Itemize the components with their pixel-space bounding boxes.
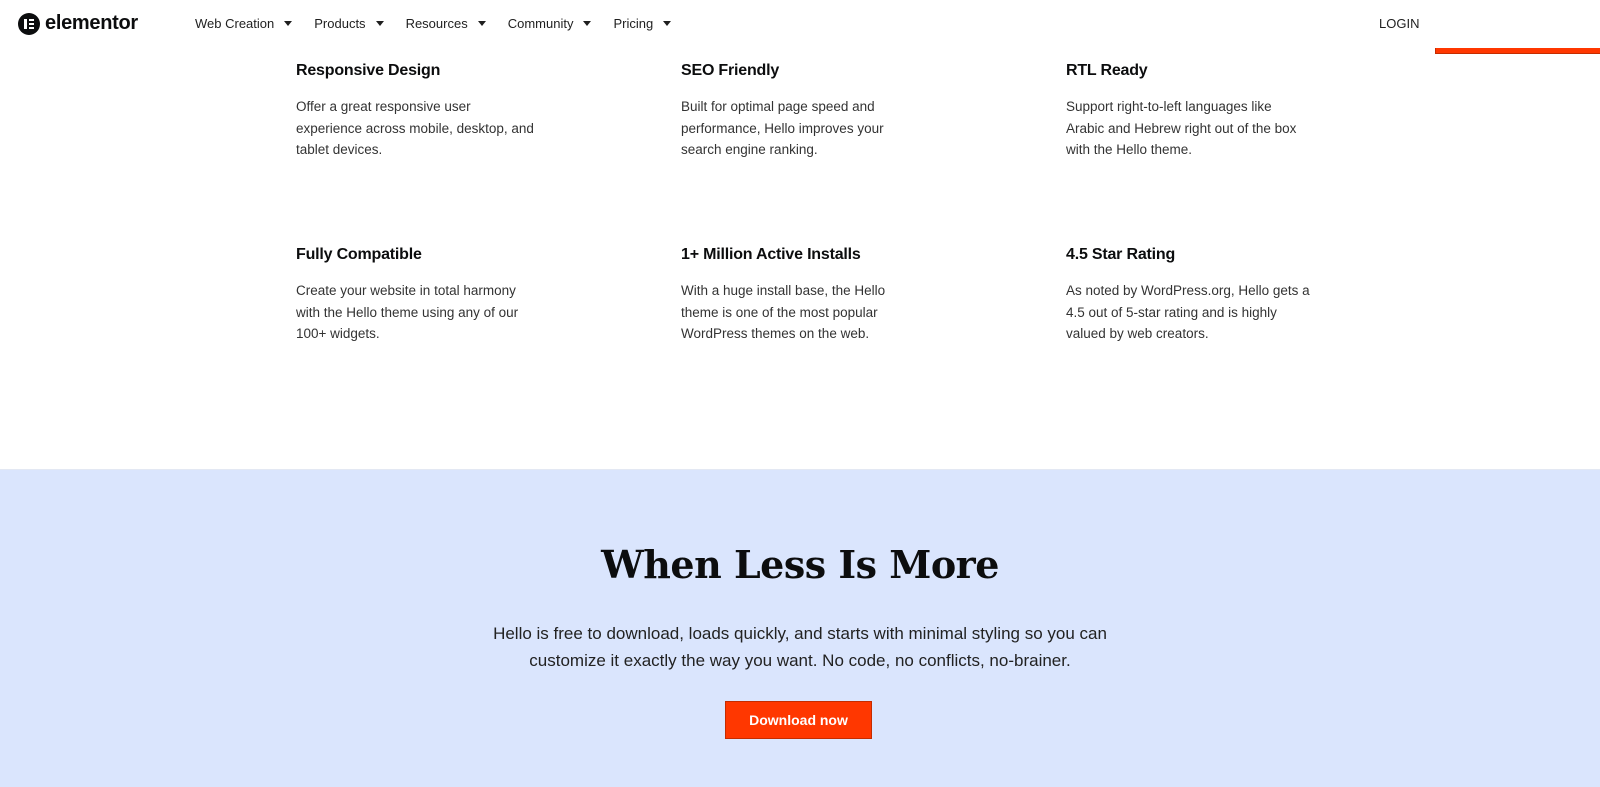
- hero-title: When Less Is More: [601, 542, 999, 587]
- main-nav: Web Creation Products Resources Communit…: [195, 16, 693, 31]
- feature-title: Fully Compatible: [296, 246, 422, 263]
- feature-title: SEO Friendly: [681, 62, 780, 79]
- login-link[interactable]: LOGIN: [1379, 16, 1419, 31]
- hero-section: When Less Is More Hello is free to downl…: [0, 469, 1600, 787]
- nav-label: Community: [507, 16, 574, 31]
- nav-web-creation[interactable]: Web Creation: [195, 16, 293, 31]
- nav-community[interactable]: Community: [508, 16, 592, 31]
- nav-label: Resources: [405, 16, 468, 31]
- caret-down-icon: [477, 21, 486, 26]
- feature-title: RTL Ready: [1066, 62, 1148, 79]
- caret-down-icon: [375, 21, 384, 26]
- feature-text: Offer a great responsive user experience…: [296, 99, 534, 157]
- nav-label: Pricing: [613, 16, 654, 31]
- feature-rtl-ready: RTL Ready Support right-to-left language…: [1066, 62, 1326, 161]
- feature-title: Responsive Design: [296, 62, 441, 79]
- feature-active-installs: 1+ Million Active Installs With a huge i…: [681, 246, 941, 345]
- feature-title: 4.5 Star Rating: [1066, 246, 1176, 263]
- nav-label: Products: [314, 16, 366, 31]
- feature-star-rating: 4.5 Star Rating As noted by WordPress.or…: [1066, 246, 1326, 345]
- download-now-button[interactable]: Download now: [725, 701, 872, 739]
- nav-pricing[interactable]: Pricing: [613, 16, 672, 31]
- caret-down-icon: [583, 21, 592, 26]
- feature-title: 1+ Million Active Installs: [681, 246, 861, 263]
- feature-text: Built for optimal page speed and perform…: [681, 99, 884, 157]
- caret-down-icon: [663, 21, 672, 26]
- feature-fully-compatible: Fully Compatible Create your website in …: [296, 246, 556, 345]
- feature-text: As noted by WordPress.org, Hello gets a …: [1066, 283, 1310, 341]
- elementor-logo-icon: [18, 12, 40, 35]
- nav-label: Web Creation: [195, 16, 275, 31]
- logo-text: elementor: [45, 12, 138, 34]
- caret-down-icon: [284, 21, 293, 26]
- hero-text: Hello is free to download, loads quickly…: [493, 624, 1107, 670]
- top-navigation-bar: elementor Web Creation Products Resource…: [0, 0, 1600, 48]
- feature-seo-friendly: SEO Friendly Built for optimal page spee…: [681, 62, 941, 161]
- feature-text: With a huge install base, the Hello them…: [681, 283, 886, 341]
- feature-responsive-design: Responsive Design Offer a great responsi…: [296, 62, 556, 161]
- nav-products[interactable]: Products: [314, 16, 384, 31]
- nav-resources[interactable]: Resources: [406, 16, 486, 31]
- elementor-logo[interactable]: elementor: [18, 12, 138, 35]
- feature-text: Create your website in total harmony wit…: [296, 283, 519, 341]
- feature-text: Support right-to-left languages like Ara…: [1066, 99, 1297, 157]
